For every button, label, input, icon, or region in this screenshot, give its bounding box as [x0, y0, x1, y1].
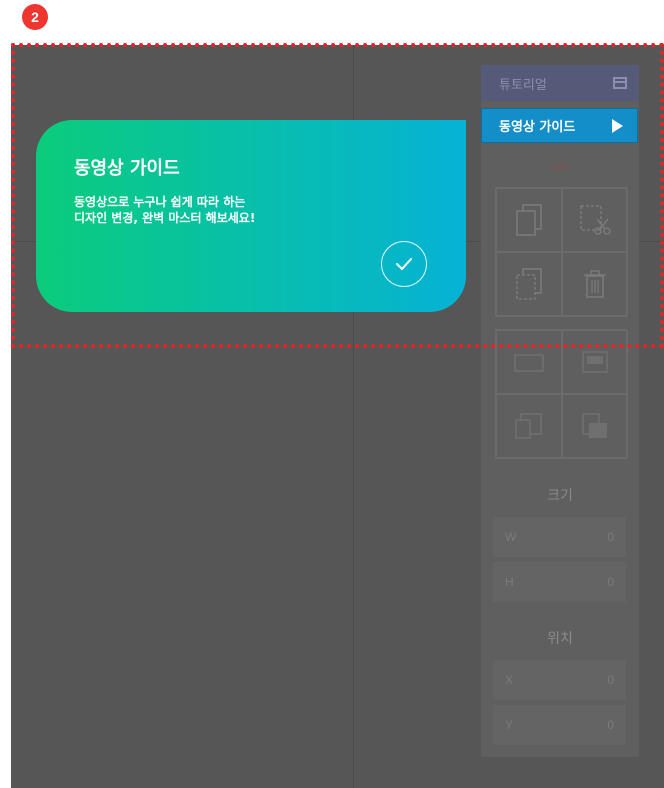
height-field-value: 0 — [607, 575, 614, 589]
width-field-label: W — [505, 530, 517, 544]
x-field[interactable]: X 0 — [493, 660, 626, 700]
x-field-label: X — [505, 673, 514, 687]
align-tools-grid — [495, 329, 628, 459]
align-icon — [515, 413, 542, 439]
align-icon — [514, 354, 544, 372]
align-icon — [582, 413, 607, 438]
width-field-value: 0 — [607, 530, 614, 544]
align-icon — [582, 351, 608, 373]
y-field[interactable]: Y 0 — [493, 705, 626, 745]
y-field-value: 0 — [607, 718, 614, 732]
width-field[interactable]: W 0 — [493, 517, 626, 557]
height-field-label: H — [505, 575, 514, 589]
highlight-frame — [11, 43, 664, 348]
size-section-label: 크기 — [547, 488, 573, 504]
align-button-3[interactable] — [496, 394, 562, 458]
height-field[interactable]: H 0 — [493, 562, 626, 602]
y-field-label: Y — [505, 718, 514, 732]
position-section-label: 위치 — [547, 631, 573, 647]
align-button-4[interactable] — [562, 394, 628, 458]
x-field-value: 0 — [607, 673, 614, 687]
step-badge: 2 — [22, 4, 48, 30]
